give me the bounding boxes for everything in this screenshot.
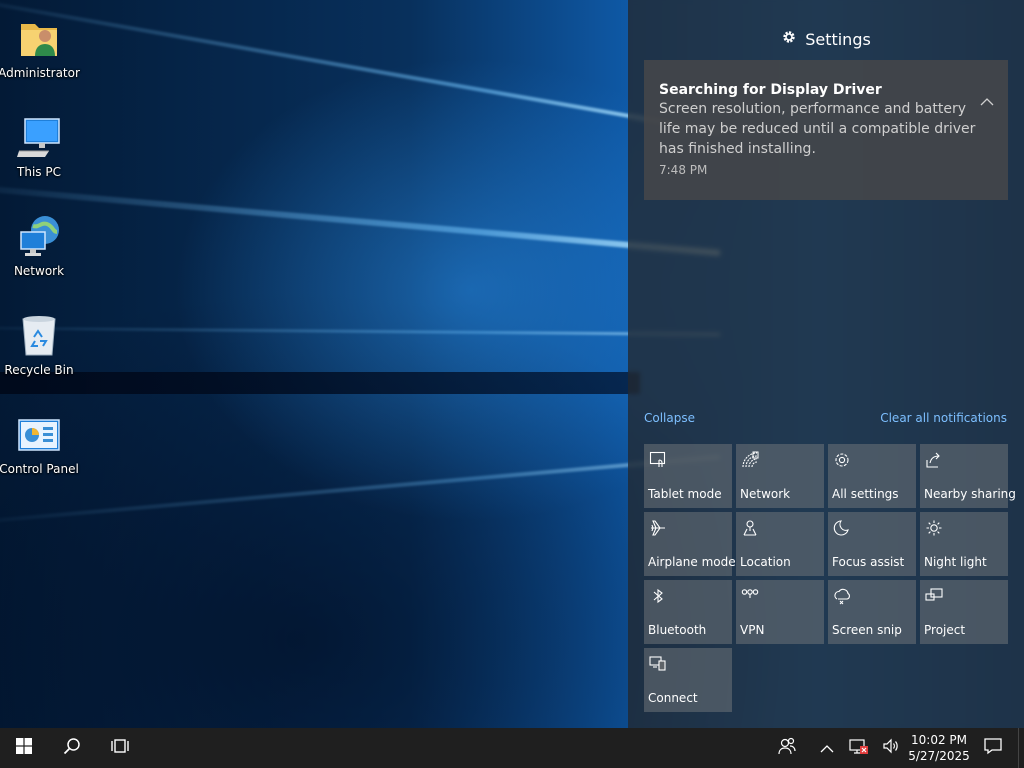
volume-icon xyxy=(882,737,900,759)
quick-action-bluetooth[interactable]: Bluetooth xyxy=(644,580,732,644)
gear-icon xyxy=(781,29,797,49)
desktop-icon-label: This PC xyxy=(17,165,61,179)
quick-action-focus-assist[interactable]: Focus assist xyxy=(828,512,916,576)
settings-gear-icon xyxy=(833,451,851,469)
tablet-mode-icon xyxy=(649,451,667,469)
vpn-icon xyxy=(741,587,759,605)
show-desktop-button[interactable] xyxy=(1018,728,1024,768)
desktop-icon-label: Recycle Bin xyxy=(4,363,74,377)
airplane-icon xyxy=(649,519,667,537)
clock-date: 5/27/2025 xyxy=(908,749,970,763)
quick-action-nearby-sharing[interactable]: Nearby sharing xyxy=(920,444,1016,508)
quick-action-label: Bluetooth xyxy=(648,623,707,637)
action-center-title: Settings xyxy=(805,29,871,49)
chevron-up-icon[interactable] xyxy=(980,92,994,106)
connect-icon xyxy=(649,655,667,673)
action-center-header[interactable]: Settings xyxy=(628,26,1024,52)
notification-card[interactable]: Searching for Display Driver Screen reso… xyxy=(644,60,1008,200)
notification-title: Searching for Display Driver xyxy=(659,82,882,98)
network-tray-button[interactable] xyxy=(846,728,872,768)
quick-action-airplane-mode[interactable]: Airplane mode xyxy=(644,512,736,576)
quick-action-vpn[interactable]: VPN xyxy=(736,580,824,644)
network-icon xyxy=(741,451,759,469)
computer-icon xyxy=(15,113,63,161)
user-folder-icon xyxy=(15,14,63,62)
moon-icon xyxy=(833,519,851,537)
quick-action-label: Nearby sharing xyxy=(924,487,1016,501)
desktop-icon-label: Control Panel xyxy=(0,462,79,476)
wallpaper-light-beam xyxy=(0,0,721,134)
taskbar-clock[interactable]: 10:02 PM 5/27/2025 xyxy=(906,732,972,764)
notification-time: 7:48 PM xyxy=(659,163,708,177)
quick-action-label: Network xyxy=(740,487,791,501)
desktop-icon-this-pc[interactable]: This PC xyxy=(0,103,78,193)
quick-action-location[interactable]: Location xyxy=(736,512,824,576)
quick-action-label: Screen snip xyxy=(832,623,902,637)
desktop-icon-recycle-bin[interactable]: Recycle Bin xyxy=(0,301,78,391)
quick-action-screen-snip[interactable]: Screen snip xyxy=(828,580,916,644)
search-button[interactable] xyxy=(48,728,96,768)
search-icon xyxy=(63,737,81,759)
action-center-button[interactable] xyxy=(978,728,1008,768)
quick-action-connect[interactable]: Connect xyxy=(644,648,732,712)
quick-action-label: Connect xyxy=(648,691,698,705)
quick-action-label: VPN xyxy=(740,623,765,637)
desktop-icon-control-panel[interactable]: Control Panel xyxy=(0,400,79,490)
action-center-panel: Settings Searching for Display Driver Sc… xyxy=(628,0,1024,728)
wallpaper-light-beam xyxy=(0,455,721,529)
location-icon xyxy=(741,519,759,537)
start-button[interactable] xyxy=(0,728,48,768)
sun-icon xyxy=(925,519,943,537)
desktop-icon-administrator[interactable]: Administrator xyxy=(0,4,80,94)
nearby-sharing-icon xyxy=(925,451,943,469)
quick-action-label: Tablet mode xyxy=(648,487,722,501)
wallpaper-light-beam xyxy=(0,180,721,256)
desktop-icon-label: Administrator xyxy=(0,66,80,80)
quick-action-label: Project xyxy=(924,623,966,637)
clock-time: 10:02 PM xyxy=(911,733,967,747)
wallpaper-light-beam xyxy=(0,326,721,336)
quick-action-night-light[interactable]: Night light xyxy=(920,512,1008,576)
quick-action-label: Location xyxy=(740,555,791,569)
quick-action-label: All settings xyxy=(832,487,899,501)
notification-icon xyxy=(984,737,1002,759)
quick-action-network[interactable]: Network xyxy=(736,444,824,508)
taskbar: 10:02 PM 5/27/2025 xyxy=(0,728,1024,768)
quick-action-tablet-mode[interactable]: Tablet mode xyxy=(644,444,732,508)
quick-action-label: Airplane mode xyxy=(648,555,736,569)
task-view-icon xyxy=(111,738,129,758)
network-disconnected-icon xyxy=(849,737,869,759)
recycle-bin-icon xyxy=(15,311,63,359)
bluetooth-icon xyxy=(649,587,667,605)
quick-action-label: Night light xyxy=(924,555,987,569)
clear-all-notifications-link[interactable]: Clear all notifications xyxy=(880,411,1007,425)
screen-snip-icon xyxy=(833,587,851,605)
project-icon xyxy=(925,587,943,605)
task-view-button[interactable] xyxy=(96,728,144,768)
control-panel-icon xyxy=(15,410,63,458)
people-icon xyxy=(778,737,796,759)
network-globe-icon xyxy=(15,212,63,260)
notification-body: Screen resolution, performance and batte… xyxy=(659,101,976,157)
quick-action-all-settings[interactable]: All settings xyxy=(828,444,916,508)
quick-action-project[interactable]: Project xyxy=(920,580,1008,644)
people-button[interactable] xyxy=(772,728,802,768)
show-hidden-icons-button[interactable] xyxy=(814,728,840,768)
collapse-link[interactable]: Collapse xyxy=(644,411,695,425)
volume-button[interactable] xyxy=(878,728,904,768)
wallpaper-shadow-band xyxy=(0,372,640,394)
desktop-icon-network[interactable]: Network xyxy=(0,202,78,292)
quick-action-label: Focus assist xyxy=(832,555,905,569)
chevron-up-icon xyxy=(820,739,834,758)
start-icon xyxy=(16,738,32,758)
desktop-icon-label: Network xyxy=(13,264,65,278)
